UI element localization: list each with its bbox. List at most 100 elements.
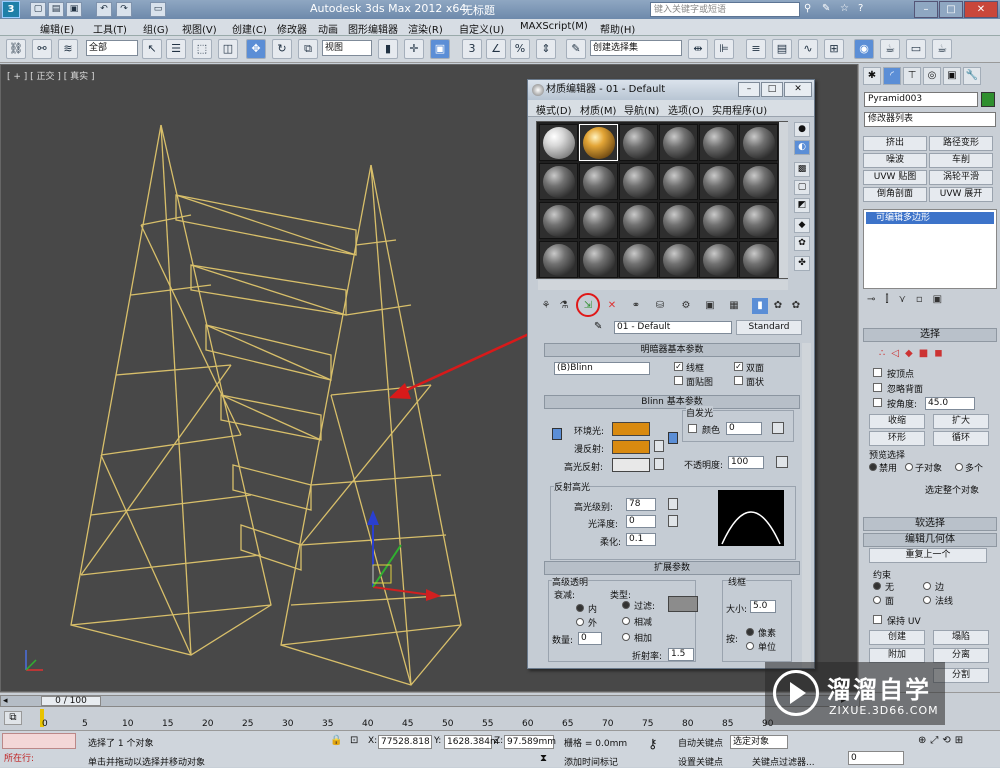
put-to-library-icon[interactable]: ⛁ bbox=[652, 298, 668, 314]
modifier-path-deform-button[interactable]: 路径变形 bbox=[929, 136, 993, 151]
sample-slot-8[interactable] bbox=[579, 163, 618, 200]
me-close-button[interactable]: ✕ bbox=[784, 82, 812, 97]
rollout-shader-basic[interactable]: 明暗器基本参数 bbox=[544, 343, 800, 357]
me-menu-modes[interactable]: 模式(D) bbox=[536, 102, 572, 117]
grow-button[interactable]: 扩大 bbox=[933, 414, 989, 429]
specular-color-swatch[interactable] bbox=[612, 458, 650, 472]
attach-button[interactable]: 附加 bbox=[869, 648, 925, 663]
selection-filter-dropdown[interactable]: 全部 bbox=[86, 40, 138, 56]
sample-slot-23[interactable] bbox=[699, 241, 738, 278]
selection-lock-icon[interactable]: 🔒 bbox=[330, 735, 342, 747]
sample-uv-tiling-icon[interactable]: ▢ bbox=[794, 180, 810, 195]
show-in-viewport-icon[interactable]: ▣ bbox=[702, 298, 718, 314]
menu-group[interactable]: 组(G) bbox=[143, 21, 169, 36]
bind-space-warp-icon[interactable]: ≋ bbox=[58, 39, 78, 59]
preview-disabled-radio[interactable] bbox=[869, 463, 877, 471]
lock-diffuse-specular-icon[interactable] bbox=[668, 432, 678, 444]
modifier-list-dropdown[interactable]: 修改器列表 bbox=[864, 112, 996, 127]
create-tab-icon[interactable]: ✱ bbox=[863, 67, 881, 85]
maximize-button[interactable]: □ bbox=[939, 1, 963, 18]
stack-item-editable-poly[interactable]: 可编辑多边形 bbox=[866, 212, 994, 224]
sample-slot-2[interactable] bbox=[579, 124, 618, 161]
options-icon[interactable]: ✿ bbox=[794, 236, 810, 251]
sample-slot-3[interactable] bbox=[619, 124, 658, 161]
track-bar[interactable]: 0 5 10 15 20 25 30 35 40 45 50 55 60 65 … bbox=[42, 709, 798, 729]
wire-size-spinner[interactable]: 5.0 bbox=[750, 600, 776, 613]
assign-material-to-selection-icon[interactable]: ⇲ bbox=[580, 298, 596, 314]
render-setup-icon[interactable]: ☕ bbox=[880, 39, 900, 59]
mini-curve-editor-icon[interactable]: ⧉ bbox=[4, 711, 22, 725]
type-additive-radio[interactable] bbox=[622, 633, 630, 641]
hierarchy-tab-icon[interactable]: ⊤ bbox=[903, 67, 921, 85]
me-menu-material[interactable]: 材质(M) bbox=[580, 102, 616, 117]
ignore-backfacing-checkbox[interactable] bbox=[873, 383, 882, 392]
search-input[interactable]: 键入关键字或短语 bbox=[650, 2, 800, 17]
help-icon[interactable]: ? bbox=[858, 3, 872, 16]
specular-map-button[interactable] bbox=[654, 458, 664, 470]
spinner-snap-icon[interactable]: ⇕ bbox=[536, 39, 556, 59]
wire-checkbox[interactable]: ✓ bbox=[674, 362, 683, 371]
tools-icon[interactable]: ✎ bbox=[822, 3, 836, 16]
modifier-uvw-map-button[interactable]: UVW 贴图 bbox=[863, 170, 927, 185]
pick-material-icon[interactable]: ✎ bbox=[594, 321, 606, 333]
make-unique-icon[interactable]: ⚭ bbox=[628, 298, 644, 314]
material-map-navigator-icon[interactable]: ✿ bbox=[788, 298, 804, 314]
minimize-button[interactable]: – bbox=[914, 1, 938, 18]
pivot-center-icon[interactable]: ▮ bbox=[378, 39, 398, 59]
favorites-icon[interactable]: ☆ bbox=[840, 3, 854, 16]
subobject-level-icon[interactable]: ∴◁◆■◼ bbox=[879, 348, 989, 360]
modifier-bevel-profile-button[interactable]: 倒角剖面 bbox=[863, 187, 927, 202]
sample-slot-7[interactable] bbox=[539, 163, 578, 200]
me-maximize-button[interactable]: □ bbox=[761, 82, 783, 97]
type-filter-radio[interactable] bbox=[622, 601, 630, 609]
set-key-icon[interactable]: ⚷ bbox=[648, 737, 670, 757]
ior-spinner[interactable]: 1.5 bbox=[668, 648, 694, 661]
unlink-icon[interactable]: ⚯ bbox=[32, 39, 52, 59]
menu-rendering[interactable]: 渲染(R) bbox=[408, 21, 443, 36]
open-file-icon[interactable]: ▤ bbox=[48, 2, 64, 17]
slots-scrollbar[interactable] bbox=[779, 122, 788, 278]
selected-dropdown[interactable]: 选定对象 bbox=[730, 735, 788, 749]
time-slider-thumb[interactable]: 0 / 100 bbox=[41, 696, 101, 706]
loop-button[interactable]: 循环 bbox=[933, 431, 989, 446]
rollout-edit-geometry[interactable]: 编辑几何体 bbox=[863, 533, 997, 547]
diffuse-map-button[interactable] bbox=[654, 440, 664, 452]
edit-named-selection-icon[interactable]: ✎ bbox=[566, 39, 586, 59]
window-crossing-icon[interactable]: ◫ bbox=[218, 39, 238, 59]
z-coordinate-field[interactable]: 97.589mm bbox=[504, 735, 556, 749]
filter-color-swatch[interactable] bbox=[668, 596, 698, 612]
menu-views[interactable]: 视图(V) bbox=[182, 21, 217, 36]
menu-graph-editors[interactable]: 图形编辑器 bbox=[348, 21, 398, 36]
add-time-tag-label[interactable]: 添加时间标记 bbox=[564, 755, 618, 768]
menu-edit[interactable]: 编辑(E) bbox=[40, 21, 74, 36]
me-menu-options[interactable]: 选项(O) bbox=[668, 102, 704, 117]
lock-ambient-diffuse-icon[interactable] bbox=[552, 428, 562, 440]
sample-slot-20[interactable] bbox=[579, 241, 618, 278]
video-color-check-icon[interactable]: ◩ bbox=[794, 198, 810, 213]
select-by-material-icon[interactable]: ✤ bbox=[794, 256, 810, 271]
close-button[interactable]: ✕ bbox=[964, 1, 998, 18]
render-production-icon[interactable]: ☕ bbox=[932, 39, 952, 59]
material-type-button[interactable]: Standard bbox=[736, 320, 802, 335]
self-illum-color-checkbox[interactable] bbox=[688, 424, 697, 433]
modifier-lathe-button[interactable]: 车削 bbox=[929, 153, 993, 168]
angle-spinner[interactable]: 45.0 bbox=[925, 397, 975, 410]
preserve-uv-checkbox[interactable] bbox=[873, 615, 882, 624]
rollout-soft-selection[interactable]: 软选择 bbox=[863, 517, 997, 531]
self-illum-map-button[interactable] bbox=[772, 422, 784, 434]
rectangle-selection-icon[interactable]: ⬚ bbox=[192, 39, 212, 59]
keyboard-shortcut-override-icon[interactable]: ▣ bbox=[430, 39, 450, 59]
modify-tab-icon[interactable]: ◜ bbox=[883, 67, 901, 85]
soften-spinner[interactable]: 0.1 bbox=[626, 533, 656, 546]
angle-snap-icon[interactable]: ∠ bbox=[486, 39, 506, 59]
object-name-field[interactable]: Pyramid003 bbox=[864, 92, 978, 107]
wire-pixels-radio[interactable] bbox=[746, 628, 754, 636]
motion-tab-icon[interactable]: ◎ bbox=[923, 67, 941, 85]
backlight-icon[interactable]: ◐ bbox=[794, 140, 810, 155]
sample-slot-11[interactable] bbox=[699, 163, 738, 200]
sample-slot-1[interactable] bbox=[539, 124, 578, 161]
me-menu-navigation[interactable]: 导航(N) bbox=[624, 102, 659, 117]
curve-editor-icon[interactable]: ∿ bbox=[798, 39, 818, 59]
sample-slot-10[interactable] bbox=[659, 163, 698, 200]
ambient-color-swatch[interactable] bbox=[612, 422, 650, 436]
